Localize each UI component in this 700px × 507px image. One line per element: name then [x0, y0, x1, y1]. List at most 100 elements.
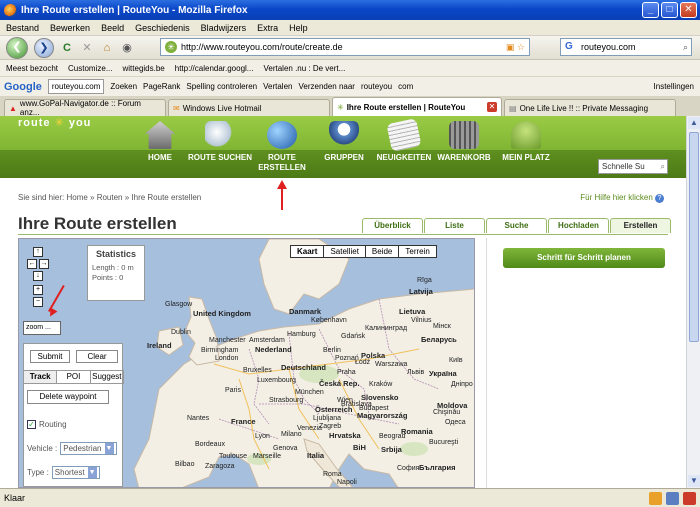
city-nantes: Nantes	[187, 415, 210, 422]
bookmark-calendar[interactable]: http://calendar.googl...	[175, 64, 254, 73]
rss-icon[interactable]: ▣ ☆	[506, 42, 525, 53]
tab-liste[interactable]: Liste	[424, 218, 485, 233]
google-instellingen[interactable]: Instellingen	[654, 82, 694, 91]
tab-gopal[interactable]: ▲ www.GoPal-Navigator.de :: Forum anz...	[4, 99, 166, 117]
search-go-icon[interactable]: ⌕	[683, 42, 688, 53]
addon-icon[interactable]: ◉	[120, 41, 134, 55]
google-search-icon[interactable]: G	[565, 41, 577, 53]
nav-route-erstellen[interactable]: ROUTE ERSTELLEN	[250, 121, 314, 173]
city-bordeaux: Bordeaux	[195, 441, 225, 448]
step-by-step-button[interactable]: Schritt für Schritt planen	[503, 248, 665, 268]
addon-status-icon[interactable]	[649, 492, 662, 505]
google-vertalen[interactable]: Vertalen	[263, 82, 292, 91]
pan-up-icon[interactable]: ↑	[33, 247, 43, 257]
url-text: http://www.routeyou.com/route/create.de	[181, 42, 343, 52]
tab-ueberblick[interactable]: Überblick	[362, 218, 423, 233]
menu-help[interactable]: Help	[289, 23, 308, 33]
adblock-status-icon[interactable]	[683, 492, 696, 505]
reload-icon[interactable]: C	[60, 41, 74, 55]
menu-geschiedenis[interactable]: Geschiedenis	[135, 23, 190, 33]
back-button[interactable]: ❮	[6, 36, 28, 59]
url-bar[interactable]: ✳ http://www.routeyou.com/route/create.d…	[160, 38, 530, 56]
zoom-out-icon[interactable]: −	[33, 297, 43, 307]
scroll-up-icon[interactable]: ▲	[688, 117, 700, 129]
menu-bewerken[interactable]: Bewerken	[50, 23, 90, 33]
checkbox-checked-icon[interactable]: ✓	[27, 420, 36, 429]
map-type-kaart[interactable]: Kaart	[290, 245, 325, 258]
nav-route-suchen[interactable]: ROUTE SUCHEN	[188, 121, 252, 163]
nav-gruppen[interactable]: GRUPPEN	[312, 121, 376, 163]
pan-left-icon[interactable]: ←	[27, 259, 37, 269]
chevron-down-icon: ▼	[87, 467, 97, 478]
google-com[interactable]: com	[398, 82, 413, 91]
forward-button[interactable]: ❯	[34, 37, 54, 58]
tab-erstellen[interactable]: Erstellen	[610, 218, 671, 233]
city-minsk: Мінск	[433, 323, 451, 330]
help-link[interactable]: Für Hilfe hier klicken ?	[580, 193, 664, 203]
label-latvia: Latvija	[409, 287, 433, 296]
nav-mein-platz[interactable]: MEIN PLATZ	[494, 121, 558, 163]
tab-suggest[interactable]: Suggest	[91, 371, 124, 383]
type-select[interactable]: Shortest ▼	[51, 466, 100, 479]
map-type-beide[interactable]: Beide	[364, 245, 400, 258]
label-cz: Česká Rep.	[319, 379, 360, 388]
route-map[interactable]: Latvija Lietuva Danmark Беларусь Ireland…	[18, 238, 475, 488]
map-type-terrein[interactable]: Terrein	[398, 245, 437, 258]
google-pagerank[interactable]: PageRank	[143, 82, 180, 91]
tab-hotmail[interactable]: ✉ Windows Live Hotmail	[168, 99, 330, 116]
close-button[interactable]: ✕	[680, 2, 697, 18]
vehicle-select[interactable]: Pedestrian ▼	[60, 442, 117, 455]
search-box[interactable]: G routeyou.com ⌕	[560, 38, 692, 56]
vertical-scrollbar[interactable]: ▲ ▼	[686, 116, 700, 488]
google-verzenden[interactable]: Verzenden naar	[298, 82, 355, 91]
site-logo[interactable]: route ✳ you	[18, 116, 91, 129]
google-zoeken[interactable]: Zoeken	[110, 82, 137, 91]
menu-bestand[interactable]: Bestand	[6, 23, 39, 33]
routing-checkbox[interactable]: ✓ Routing	[27, 420, 67, 429]
bookmark-wittegids[interactable]: wittegids.be	[123, 64, 165, 73]
city-lviv: Львів	[407, 369, 425, 376]
city-strasbourg: Strasbourg	[269, 397, 304, 404]
delete-waypoint-button[interactable]: Delete waypoint	[27, 390, 109, 404]
security-status-icon[interactable]	[666, 492, 679, 505]
google-search-input[interactable]: routeyou.com	[47, 79, 105, 94]
submit-button[interactable]: Submit	[30, 350, 70, 363]
nav-warenkorb[interactable]: WARENKORB	[432, 121, 496, 163]
maximize-button[interactable]: □	[661, 2, 678, 18]
zoom-in-icon[interactable]: +	[33, 285, 43, 295]
pan-down-icon[interactable]: ↓	[33, 271, 43, 281]
city-amsterdam: Amsterdam	[249, 337, 285, 344]
breadcrumb[interactable]: Sie sind hier: Home » Routen » Ihre Rout…	[18, 193, 201, 202]
google-routeyou[interactable]: routeyou	[361, 82, 392, 91]
google-spelling[interactable]: Spelling controleren	[186, 82, 257, 91]
tab-suche[interactable]: Suche	[486, 218, 547, 233]
bookmark-vertalen[interactable]: Vertalen .nu : De vert...	[263, 64, 345, 73]
tab-routeyou[interactable]: ✳ Ihre Route erstellen | RouteYou ✕	[332, 97, 502, 116]
scroll-down-icon[interactable]: ▼	[688, 475, 700, 487]
minimize-button[interactable]: _	[642, 2, 659, 18]
home-icon[interactable]: ⌂	[100, 41, 114, 55]
tab-hochladen[interactable]: Hochladen	[548, 218, 609, 233]
city-bilbao: Bilbao	[175, 461, 195, 468]
tab-onelife[interactable]: ▤ One Life Live !! :: Private Messaging	[504, 99, 676, 116]
scroll-thumb[interactable]	[689, 132, 699, 342]
stop-icon[interactable]: ✕	[80, 41, 94, 55]
map-type-satelliet[interactable]: Satelliet	[323, 245, 366, 258]
city-odessa: Одеса	[445, 419, 466, 426]
menu-beeld[interactable]: Beeld	[101, 23, 124, 33]
menu-bladwijzers[interactable]: Bladwijzers	[201, 23, 247, 33]
quick-search-input[interactable]: Schnelle Su ⌕	[598, 159, 668, 174]
clear-button[interactable]: Clear	[76, 350, 118, 363]
tab-poi[interactable]: POI	[57, 371, 91, 383]
warning-icon: ▲	[9, 103, 17, 113]
nav-home[interactable]: HOME	[128, 121, 192, 163]
bookmarks-bar: Meest bezocht Customize... wittegids.be …	[0, 60, 700, 77]
zoom-label[interactable]: zoom ...	[23, 321, 61, 335]
pan-right-icon[interactable]: →	[39, 259, 49, 269]
menu-extra[interactable]: Extra	[257, 23, 278, 33]
bookmark-customize[interactable]: Customize...	[68, 64, 112, 73]
nav-neuigkeiten[interactable]: NEUIGKEITEN	[372, 118, 436, 163]
tab-close-icon[interactable]: ✕	[487, 102, 497, 112]
tab-track[interactable]: Track	[24, 371, 58, 383]
bookmark-meest-bezocht[interactable]: Meest bezocht	[6, 64, 58, 73]
